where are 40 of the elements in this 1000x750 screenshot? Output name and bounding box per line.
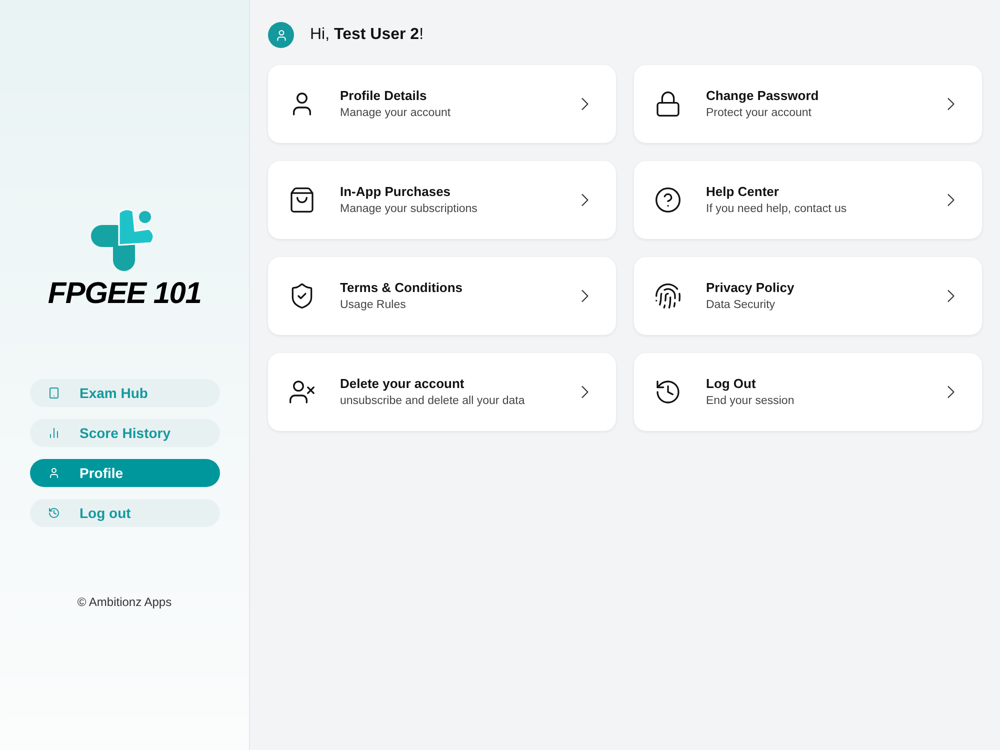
copyright-text: © Ambitionz Apps xyxy=(77,594,172,611)
card-subtitle: If you need help, contact us xyxy=(706,202,848,218)
menu-card[interactable]: Delete your account unsubscribe and delete all your data xyxy=(268,353,616,431)
shopping-bag-icon xyxy=(288,186,316,214)
menu-card[interactable]: Help Center If you need help, contact us xyxy=(634,161,982,239)
tablet-icon xyxy=(48,387,60,399)
logo-text: FPGEE 101 xyxy=(48,279,202,309)
card-subtitle: unsubscribe and delete all your data xyxy=(340,394,526,410)
logout-icon xyxy=(654,378,682,406)
logout-icon xyxy=(48,507,60,519)
padlock-icon xyxy=(654,90,682,118)
card-subtitle: End your session xyxy=(706,394,796,410)
person-remove-icon xyxy=(288,378,316,406)
card-title: Terms & Conditions xyxy=(340,278,464,297)
card-subtitle: Manage your account xyxy=(340,106,452,122)
card-title: Profile Details xyxy=(340,86,428,105)
card-subtitle: Data Security xyxy=(706,298,776,314)
question-icon xyxy=(654,186,682,214)
menu-card[interactable]: In-App Purchases Manage your subscriptions xyxy=(268,161,616,239)
logo-icon xyxy=(91,207,158,271)
menu-card[interactable]: Change Password Protect your account xyxy=(634,65,982,143)
menu-card[interactable]: Privacy Policy Data Security xyxy=(634,257,982,335)
card-subtitle: Protect your account xyxy=(706,106,812,122)
card-title: Privacy Policy xyxy=(706,278,796,297)
greeting: Hi, Test User 2! xyxy=(310,25,424,45)
nav-item[interactable]: Profile xyxy=(30,459,220,487)
person-icon xyxy=(274,28,288,42)
card-title: Delete your account xyxy=(340,374,466,393)
card-title: In-App Purchases xyxy=(340,182,452,201)
menu-card[interactable]: Profile Details Manage your account xyxy=(268,65,616,143)
card-title: Log Out xyxy=(706,374,757,393)
fingerprint-icon xyxy=(654,282,682,310)
bar-chart-icon xyxy=(48,427,60,439)
card-title: Change Password xyxy=(706,86,820,105)
menu-card[interactable]: Terms & Conditions Usage Rules xyxy=(268,257,616,335)
card-subtitle: Manage your subscriptions xyxy=(340,202,478,218)
card-subtitle: Usage Rules xyxy=(340,298,407,314)
card-title: Help Center xyxy=(706,182,780,201)
person-icon xyxy=(48,467,60,479)
menu-card[interactable]: Log Out End your session xyxy=(634,353,982,431)
